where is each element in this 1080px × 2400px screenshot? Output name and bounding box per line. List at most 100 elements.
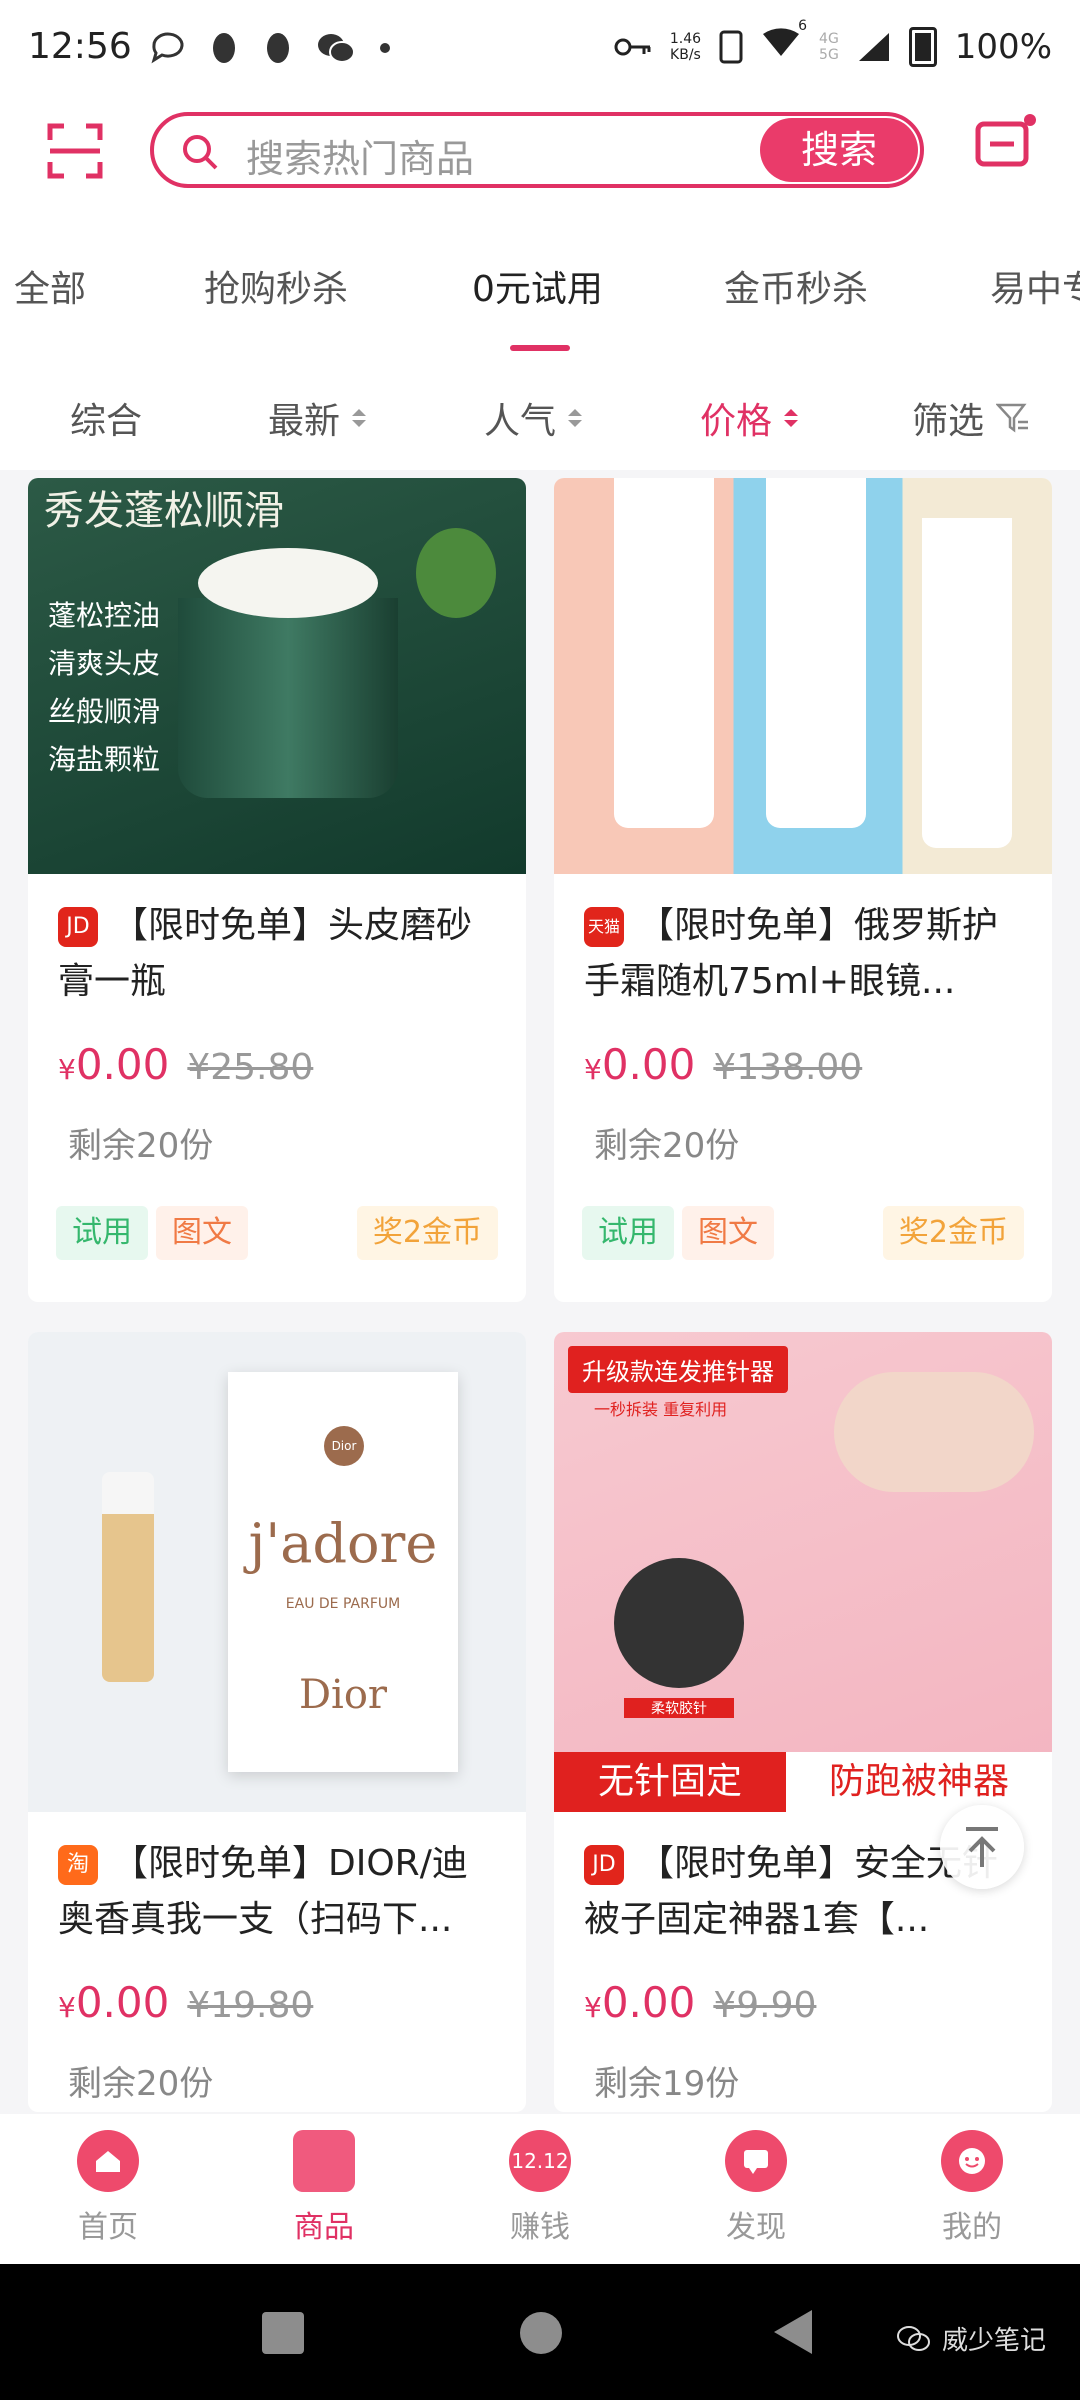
taobao-badge: 淘 bbox=[58, 1845, 98, 1885]
product-tags: 试用 图文 奖2金币 bbox=[582, 1206, 1024, 1260]
message-bubble-icon bbox=[725, 2130, 787, 2192]
product-price: ¥0.00 ¥9.90 bbox=[584, 1978, 817, 2027]
tube bbox=[614, 478, 714, 828]
network-type: 4G 5G bbox=[819, 30, 839, 63]
hand bbox=[834, 1372, 1034, 1492]
banner-right: 防跑被神器 bbox=[786, 1752, 1052, 1812]
search-button[interactable]: 搜索 bbox=[760, 118, 918, 182]
chat-bubble-icon bbox=[151, 32, 184, 64]
status-right: 1.46 KB/s 6 4G 5G 100% bbox=[614, 18, 1052, 67]
sort-overall[interactable]: 综合 bbox=[70, 392, 142, 444]
product-tags: 试用 图文 奖2金币 bbox=[56, 1206, 498, 1260]
top-bar: 搜索热门商品 搜索 bbox=[0, 100, 1080, 230]
product-card[interactable]: 升级款连发推针器 一秒拆装 重复利用 柔软胶针 无针固定 防跑被神器 JD 【限时… bbox=[554, 1332, 1052, 2112]
perfume-vial bbox=[102, 1472, 154, 1682]
nav-earn[interactable]: 12.12 赚钱 bbox=[480, 2130, 600, 2246]
penguin-icon bbox=[267, 33, 289, 63]
search-input[interactable]: 搜索热门商品 bbox=[246, 128, 474, 183]
scan-icon[interactable] bbox=[46, 122, 104, 180]
message-icon[interactable] bbox=[972, 110, 1036, 174]
tmall-badge: 天猫 bbox=[584, 907, 624, 947]
sort-price[interactable]: 价格 bbox=[700, 392, 799, 444]
clip-circle: 柔软胶针 bbox=[614, 1558, 744, 1718]
home-icon bbox=[77, 2130, 139, 2192]
recents-button[interactable] bbox=[262, 2312, 304, 2354]
cream-jar bbox=[178, 598, 398, 798]
sort-filter[interactable]: 筛选 bbox=[912, 392, 1030, 444]
hd-icon bbox=[719, 30, 743, 63]
product-title: 淘【限时免单】DIOR/迪奥香真我一支（扫码下... bbox=[58, 1843, 468, 1940]
tag-coin-reward: 奖2金币 bbox=[356, 1206, 498, 1260]
tab-flash-sale[interactable]: 抢购秒杀 bbox=[204, 260, 348, 312]
battery-icon bbox=[908, 26, 937, 67]
tag-coin-reward: 奖2金币 bbox=[882, 1206, 1024, 1260]
perfume-card: Dior j'adore EAU DE PARFUM Dior bbox=[228, 1372, 458, 1772]
sort-arrows-icon bbox=[352, 409, 367, 427]
sort-arrows-icon bbox=[784, 409, 799, 427]
product-title: JD 【限时免单】头皮磨砂膏一瓶 bbox=[58, 905, 473, 1002]
watermark: 威少笔记 bbox=[896, 2320, 1046, 2357]
original-price: ¥9.90 bbox=[713, 1985, 817, 2026]
wechat-icon bbox=[896, 2325, 930, 2351]
jd-badge: JD bbox=[584, 1845, 624, 1885]
tag-picture-text: 图文 bbox=[156, 1206, 248, 1260]
smile-icon bbox=[941, 2130, 1003, 2192]
wechat-icon bbox=[318, 34, 355, 63]
category-tabs: 全部 抢购秒杀 0元试用 金币秒杀 易中专 bbox=[0, 230, 1080, 360]
calendar-1212-icon: 12.12 bbox=[509, 2130, 571, 2192]
status-bar: 12:56 1.46 KB/s 6 4G 5G 100% bbox=[0, 0, 1080, 100]
key-icon bbox=[614, 38, 651, 55]
stock-remaining: 剩余20份 bbox=[594, 1126, 740, 1166]
plant bbox=[416, 528, 496, 618]
original-price: ¥19.80 bbox=[187, 1985, 314, 2026]
nav-profile[interactable]: 我的 bbox=[912, 2130, 1032, 2246]
active-tab-indicator bbox=[510, 345, 570, 351]
product-image[interactable]: 秀发蓬松顺滑 蓬松控油 清爽头皮 丝般顺滑 海盐颗粒 bbox=[28, 478, 526, 874]
back-button[interactable] bbox=[774, 2310, 812, 2354]
tag-trial: 试用 bbox=[56, 1206, 148, 1260]
sort-arrows-icon bbox=[568, 409, 583, 427]
system-navigation-bar: 威少笔记 bbox=[0, 2264, 1080, 2400]
tag-trial: 试用 bbox=[582, 1206, 674, 1260]
sort-bar: 综合 最新 人气 价格 筛选 bbox=[0, 360, 1080, 470]
product-price: ¥0.00 ¥25.80 bbox=[58, 1040, 314, 1089]
wifi-group: 6 bbox=[761, 18, 807, 67]
stock-remaining: 剩余20份 bbox=[68, 1126, 214, 1166]
product-image[interactable]: Dior j'adore EAU DE PARFUM Dior bbox=[28, 1332, 526, 1812]
sort-popularity[interactable]: 人气 bbox=[484, 392, 583, 444]
product-title: 天猫 【限时免单】俄罗斯护手霜随机75ml+眼镜... bbox=[584, 905, 999, 1002]
product-price: ¥0.00 ¥138.00 bbox=[584, 1040, 863, 1089]
product-price: ¥0.00 ¥19.80 bbox=[58, 1978, 314, 2027]
cream-top bbox=[198, 548, 378, 618]
bottom-navigation: 首页 商品 12.12 赚钱 发现 我的 bbox=[0, 2114, 1080, 2264]
battery-percent: 100% bbox=[954, 26, 1052, 67]
status-time: 12:56 bbox=[28, 26, 132, 67]
notification-icons bbox=[150, 30, 392, 66]
search-icon bbox=[183, 135, 218, 170]
filter-icon bbox=[996, 403, 1029, 433]
net-speed: 1.46 KB/s bbox=[669, 30, 702, 63]
tab-all[interactable]: 全部 bbox=[14, 260, 86, 312]
nav-home[interactable]: 首页 bbox=[48, 2130, 168, 2246]
product-image[interactable]: 升级款连发推针器 一秒拆装 重复利用 柔软胶针 无针固定 防跑被神器 bbox=[554, 1332, 1052, 1812]
tab-free-trial[interactable]: 0元试用 bbox=[472, 260, 603, 312]
product-card[interactable]: 天猫 【限时免单】俄罗斯护手霜随机75ml+眼镜... ¥0.00 ¥138.00 … bbox=[554, 478, 1052, 1302]
product-image[interactable] bbox=[554, 478, 1052, 874]
tab-more[interactable]: 易中专 bbox=[990, 260, 1080, 312]
dot-icon bbox=[380, 43, 390, 53]
stock-remaining: 剩余20份 bbox=[68, 2064, 214, 2104]
nav-products[interactable]: 商品 bbox=[264, 2130, 384, 2246]
tab-coin-flash[interactable]: 金币秒杀 bbox=[724, 260, 868, 312]
sort-newest[interactable]: 最新 bbox=[268, 392, 367, 444]
back-to-top-button[interactable] bbox=[940, 1805, 1024, 1889]
search-box[interactable]: 搜索热门商品 搜索 bbox=[150, 112, 924, 188]
product-card[interactable]: Dior j'adore EAU DE PARFUM Dior 淘【限时免单】D… bbox=[28, 1332, 526, 2112]
home-button[interactable] bbox=[520, 2312, 562, 2354]
penguin-icon bbox=[213, 33, 235, 63]
original-price: ¥25.80 bbox=[187, 1047, 314, 1088]
arrow-up-icon bbox=[966, 1827, 998, 1867]
jd-badge: JD bbox=[58, 907, 98, 947]
nav-discover[interactable]: 发现 bbox=[696, 2130, 816, 2246]
stock-remaining: 剩余19份 bbox=[594, 2064, 740, 2104]
product-card[interactable]: 秀发蓬松顺滑 蓬松控油 清爽头皮 丝般顺滑 海盐颗粒 JD 【限时免单】头皮磨砂膏… bbox=[28, 478, 526, 1302]
